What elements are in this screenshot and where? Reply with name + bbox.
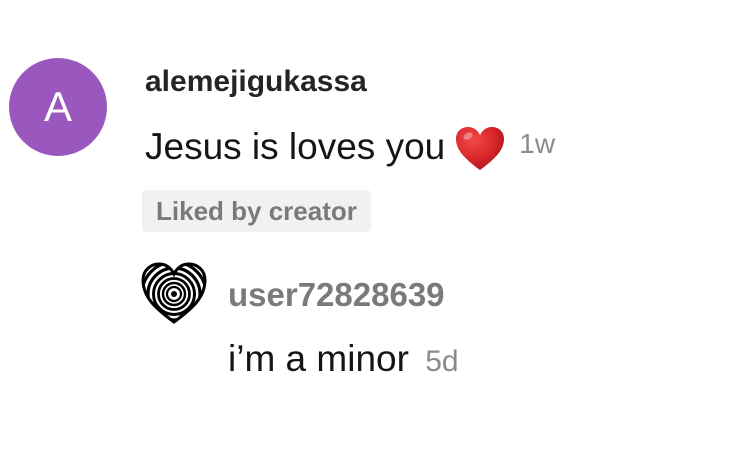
- heart-spiral-avatar-icon[interactable]: [141, 262, 207, 324]
- avatar[interactable]: A: [9, 58, 107, 156]
- avatar-letter: A: [43, 83, 72, 130]
- reply-username[interactable]: user72828639: [228, 276, 445, 314]
- comment-body: Jesus is loves you 1w: [145, 124, 555, 170]
- reply-body: i’m a minor 5d: [228, 337, 459, 384]
- red-heart-icon: [455, 126, 505, 172]
- comment-text: Jesus is loves you: [145, 126, 446, 167]
- comment-timestamp: 1w: [519, 128, 556, 159]
- reply-text: i’m a minor: [228, 338, 409, 379]
- comment-username[interactable]: alemejigukassa: [145, 64, 367, 100]
- liked-by-creator-badge: Liked by creator: [142, 190, 371, 232]
- reply-timestamp: 5d: [425, 345, 459, 378]
